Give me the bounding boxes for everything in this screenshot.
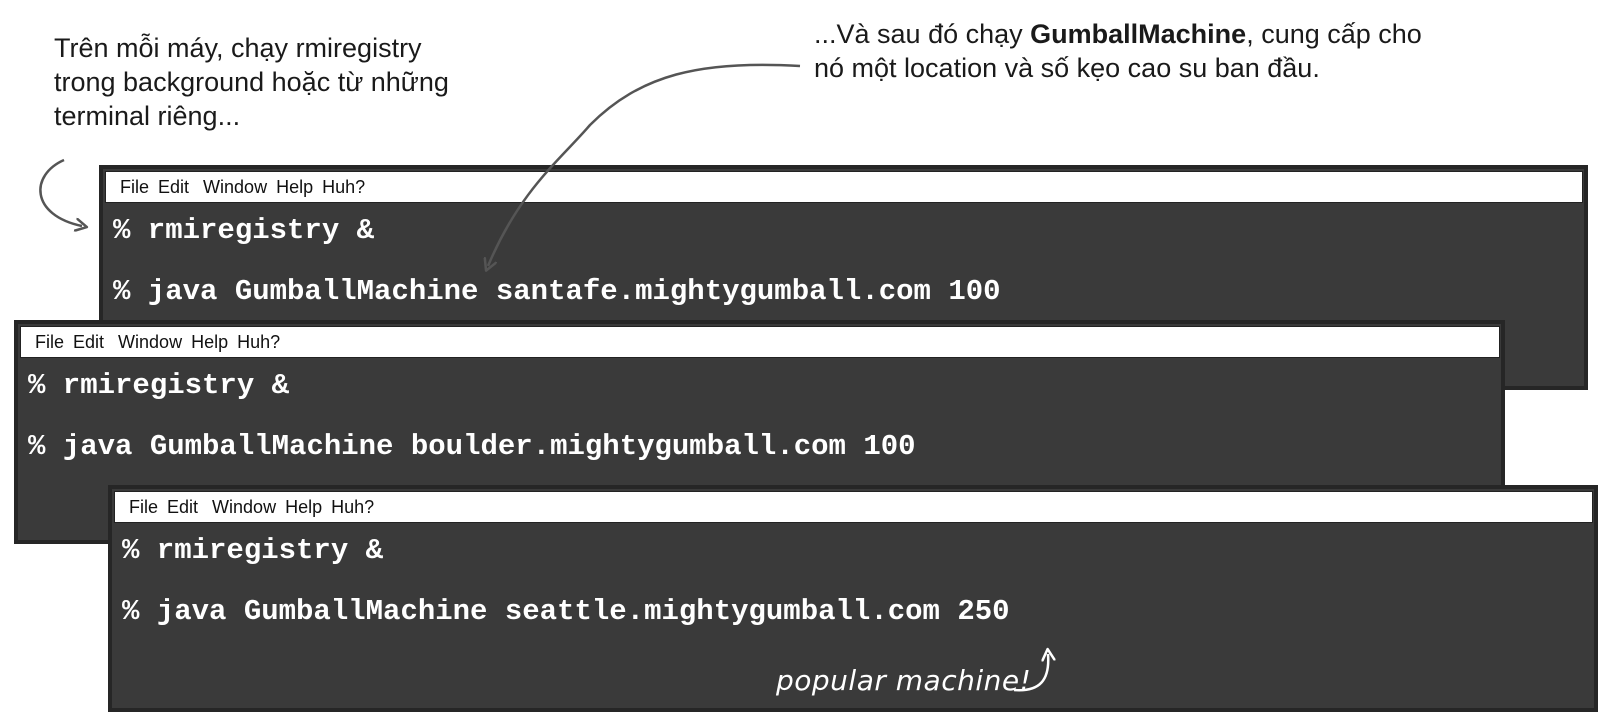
- menu-huh[interactable]: Huh?: [331, 497, 374, 518]
- curved-arrow-icon: [39, 158, 82, 226]
- menu-window[interactable]: Window: [212, 497, 276, 518]
- menu-file[interactable]: File: [35, 332, 64, 353]
- menu-help[interactable]: Help: [285, 497, 322, 518]
- menu-bar: File Edit Window Help Huh?: [114, 491, 1593, 523]
- menu-help[interactable]: Help: [191, 332, 228, 353]
- menu-edit[interactable]: Edit: [73, 332, 104, 353]
- annotation-right-line: ...Và sau đó chạy GumballMachine, cung c…: [814, 17, 1534, 51]
- command-line: % rmiregistry &: [28, 369, 290, 402]
- command-line: % rmiregistry &: [113, 214, 375, 247]
- menu-window[interactable]: Window: [203, 177, 267, 198]
- menu-bar: File Edit Window Help Huh?: [20, 326, 1500, 358]
- menu-edit[interactable]: Edit: [158, 177, 189, 198]
- command-line: % java GumballMachine seattle.mightygumb…: [122, 595, 1010, 628]
- menu-edit[interactable]: Edit: [167, 497, 198, 518]
- annotation-left-line: Trên mỗi máy, chạy rmiregistry: [54, 33, 422, 63]
- annotation-text: ...Và sau đó chạy: [814, 19, 1031, 49]
- handwritten-note: popular machine!: [776, 664, 1032, 697]
- menu-help[interactable]: Help: [276, 177, 313, 198]
- annotation-right-line: nó một location và số kẹo cao su ban đầu…: [814, 53, 1320, 83]
- annotation-bold-text: GumballMachine: [1030, 19, 1247, 49]
- annotation-left: Trên mỗi máy, chạy rmiregistry trong bac…: [54, 31, 524, 133]
- annotation-left-line: terminal riêng...: [54, 101, 241, 131]
- menu-huh[interactable]: Huh?: [237, 332, 280, 353]
- command-line: % java GumballMachine boulder.mightygumb…: [28, 430, 916, 463]
- annotation-text: , cung cấp cho: [1246, 19, 1422, 49]
- annotation-left-line: trong background hoặc từ những: [54, 67, 449, 97]
- menu-file[interactable]: File: [120, 177, 149, 198]
- command-line: % java GumballMachine santafe.mightygumb…: [113, 275, 1001, 308]
- menu-huh[interactable]: Huh?: [322, 177, 365, 198]
- menu-file[interactable]: File: [129, 497, 158, 518]
- annotation-right: ...Và sau đó chạy GumballMachine, cung c…: [814, 17, 1534, 85]
- menu-window[interactable]: Window: [118, 332, 182, 353]
- command-line: % rmiregistry &: [122, 534, 384, 567]
- menu-bar: File Edit Window Help Huh?: [105, 171, 1583, 203]
